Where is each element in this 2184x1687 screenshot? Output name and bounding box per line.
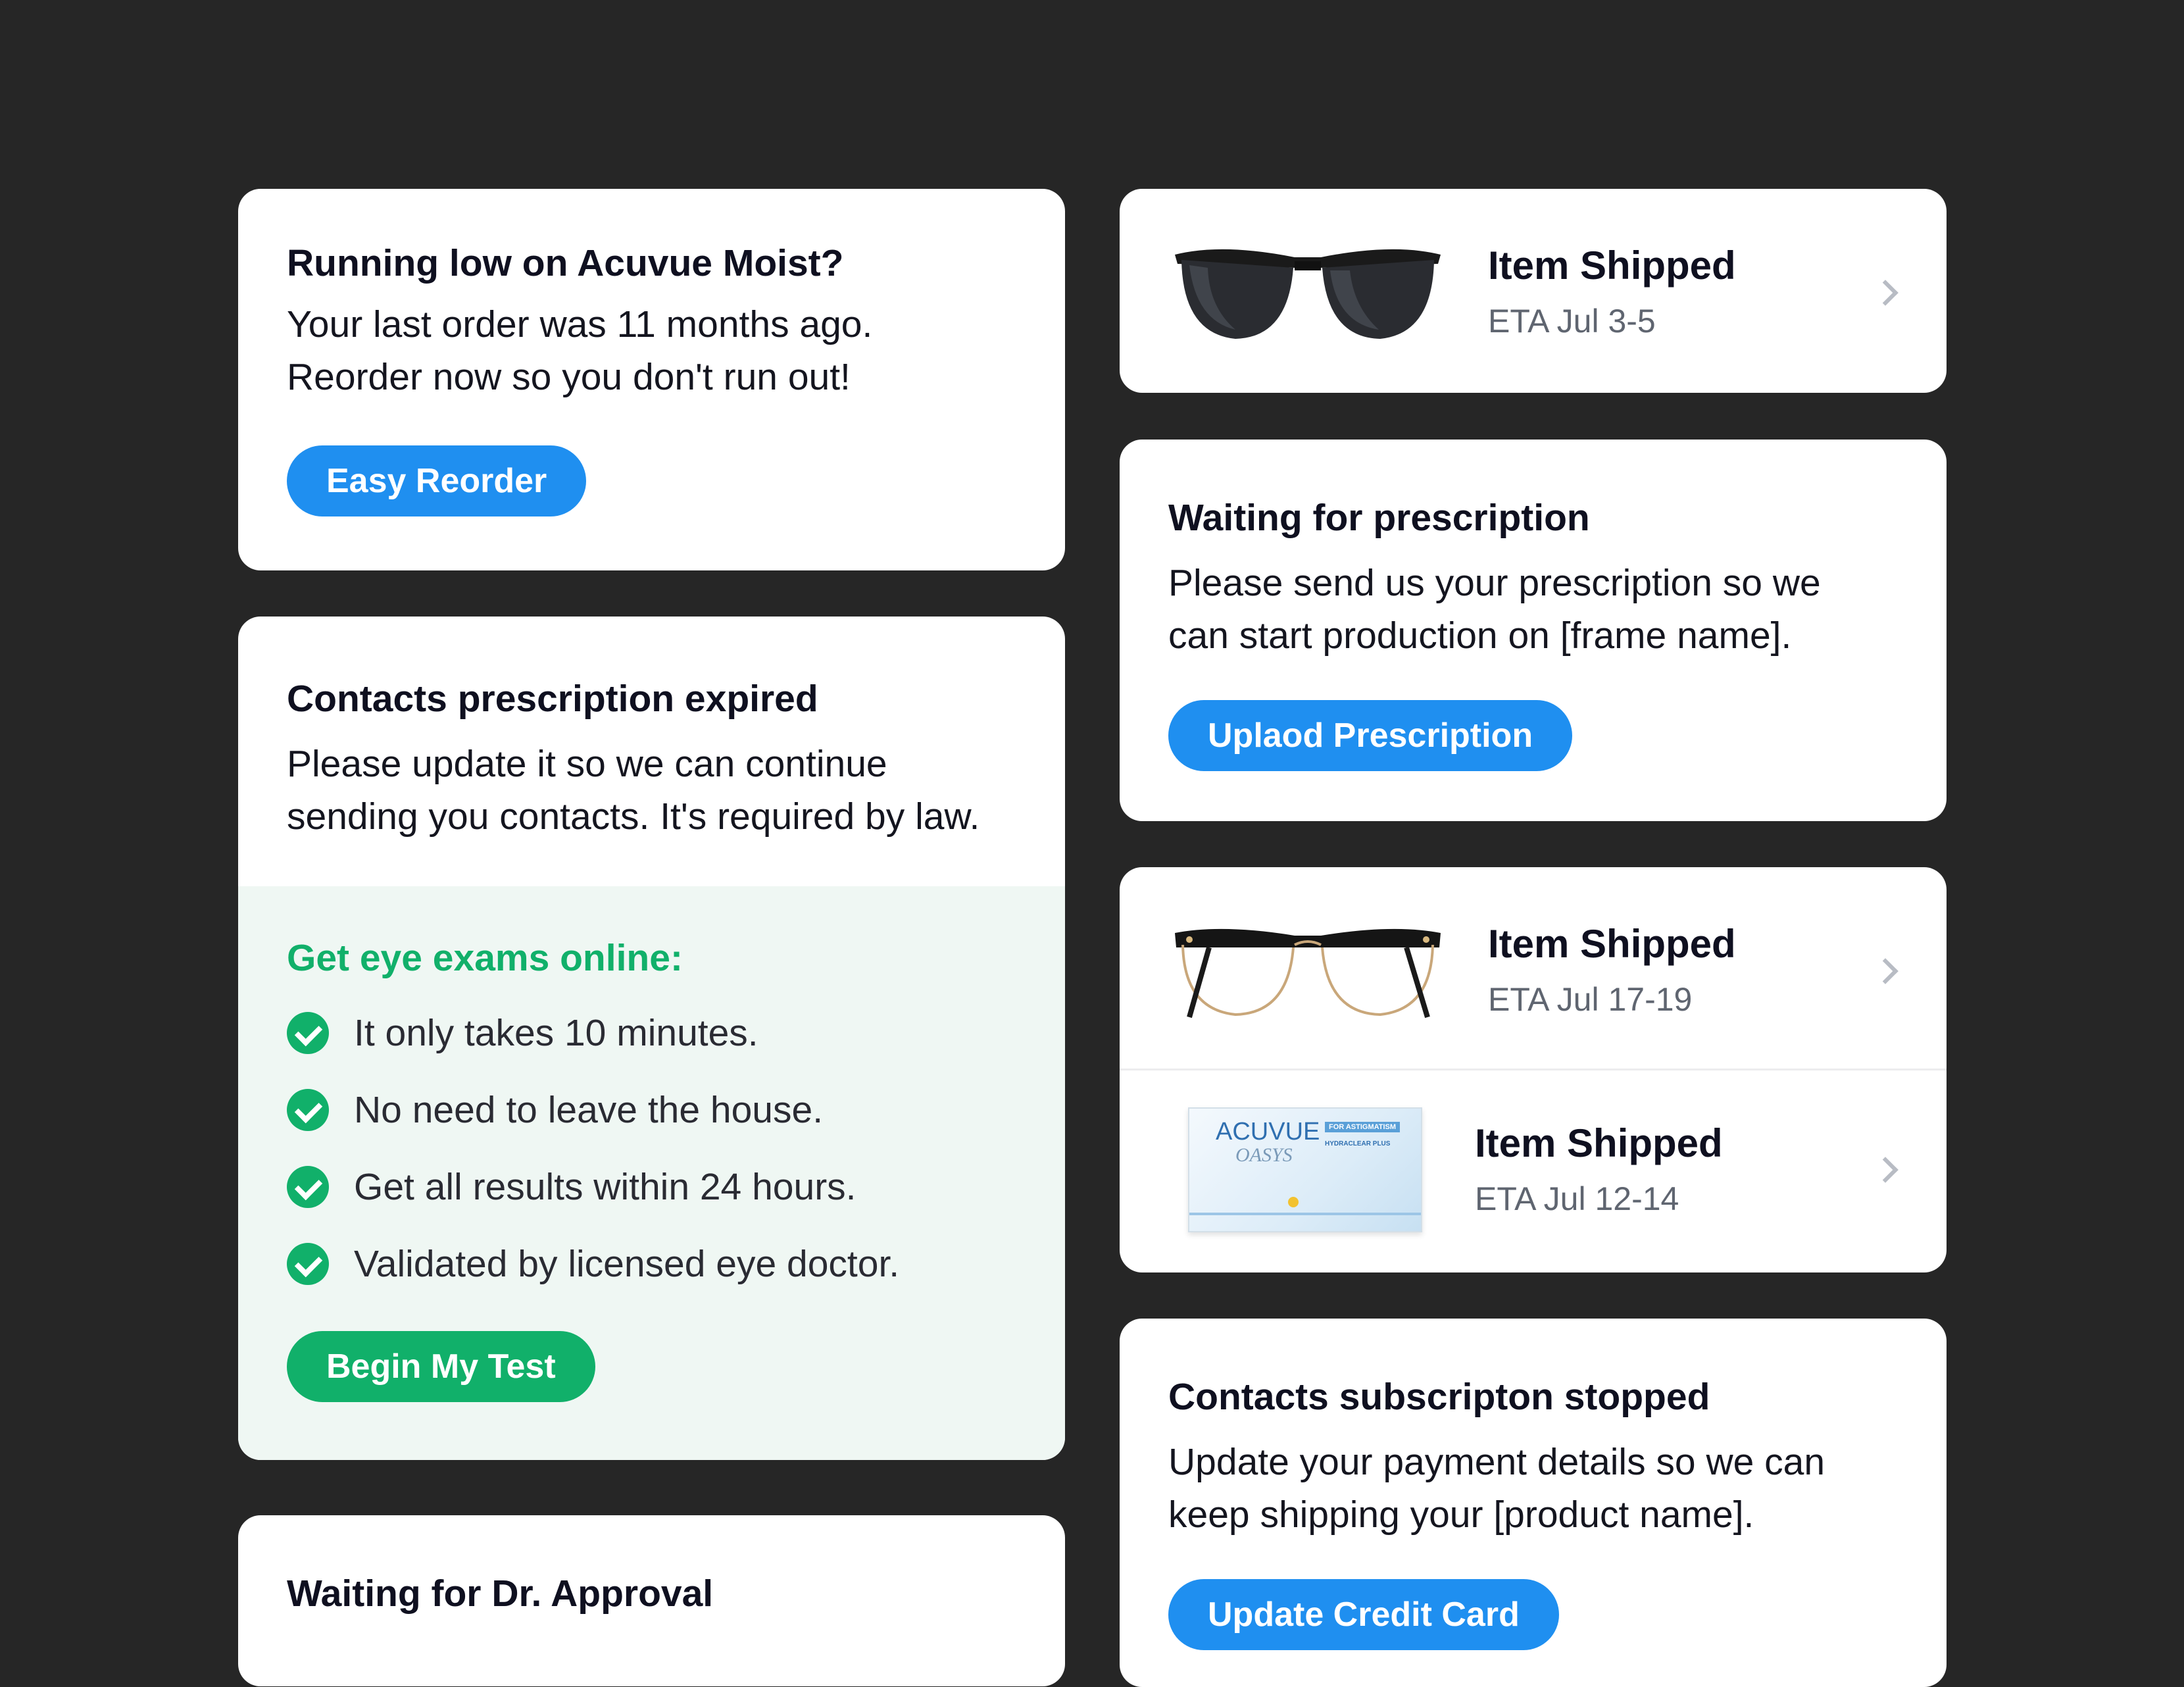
shipment-title: Item Shipped: [1488, 922, 1736, 966]
box-tag: FOR ASTIGMATISM: [1325, 1122, 1401, 1132]
benefit-text: Validated by licensed eye doctor.: [354, 1243, 900, 1285]
benefit-item: Validated by licensed eye doctor.: [287, 1238, 899, 1290]
benefit-text: It only takes 10 minutes.: [354, 1012, 758, 1054]
expired-title: Contacts prescription expired: [287, 678, 818, 720]
waiting-prescription-card: Waiting for prescription Please send us …: [1120, 440, 1947, 821]
check-circle-icon: [287, 1243, 329, 1285]
check-circle-icon: [287, 1166, 329, 1208]
subscription-stopped-card: Contacts subscripton stopped Update your…: [1120, 1319, 1947, 1687]
chevron-right-icon[interactable]: [1872, 958, 1899, 984]
benefit-item: No need to leave the house.: [287, 1084, 823, 1136]
benefit-text: No need to leave the house.: [354, 1089, 824, 1131]
expired-line-1: Please update it so we can continue: [287, 743, 887, 785]
update-credit-card-button[interactable]: Update Credit Card: [1168, 1579, 1559, 1650]
reorder-title: Running low on Acuvue Moist?: [287, 242, 844, 284]
box-badge: [1288, 1197, 1299, 1207]
subscription-title: Contacts subscripton stopped: [1168, 1376, 1710, 1418]
eye-exam-title: Get eye exams online:: [287, 937, 683, 979]
upload-prescription-button[interactable]: Uplaod Prescription: [1168, 700, 1573, 771]
box-feature: HYDRACLEAR PLUS: [1325, 1140, 1391, 1147]
box-brand: ACUVUE: [1216, 1118, 1320, 1146]
shipment-title: Item Shipped: [1488, 243, 1736, 288]
waiting-prescription-title: Waiting for prescription: [1168, 497, 1590, 539]
shipments-card: Item Shipped ETA Jul 17-19 ACUVUE OASYS …: [1120, 867, 1947, 1272]
waiting-prescription-line-1: Please send us your prescription so we: [1168, 562, 1821, 604]
check-circle-icon: [287, 1089, 329, 1131]
dr-approval-card: Waiting for Dr. Approval: [238, 1515, 1065, 1686]
shipment-eta: ETA Jul 12-14: [1475, 1180, 1679, 1217]
shipment-row-eyeglasses[interactable]: Item Shipped ETA Jul 17-19: [1120, 867, 1947, 1070]
reorder-line-1: Your last order was 11 months ago.: [287, 303, 873, 345]
subscription-line-2: keep shipping your [product name].: [1168, 1494, 1754, 1536]
prescription-expired-card: Contacts prescription expired Please upd…: [238, 617, 1065, 1460]
eyeglasses-image: [1175, 928, 1441, 1019]
shipment-card-sunglasses[interactable]: Item Shipped ETA Jul 3-5: [1120, 189, 1947, 393]
box-line: OASYS: [1235, 1144, 1293, 1166]
check-circle-icon: [287, 1012, 329, 1054]
chevron-right-icon[interactable]: [1872, 280, 1899, 306]
sunglasses-image: [1175, 249, 1441, 339]
dr-approval-title: Waiting for Dr. Approval: [287, 1573, 714, 1615]
subscription-line-1: Update your payment details so we can: [1168, 1441, 1825, 1483]
shipment-eta: ETA Jul 17-19: [1488, 981, 1693, 1018]
eye-exam-section: Get eye exams online: It only takes 10 m…: [238, 886, 1065, 1460]
benefit-item: Get all results within 24 hours.: [287, 1161, 856, 1213]
shipment-eta: ETA Jul 3-5: [1488, 303, 1656, 340]
benefit-item: It only takes 10 minutes.: [287, 1007, 758, 1059]
shipment-row-contacts[interactable]: ACUVUE OASYS FOR ASTIGMATISM HYDRACLEAR …: [1120, 1070, 1947, 1272]
contact-lens-box-image: ACUVUE OASYS FOR ASTIGMATISM HYDRACLEAR …: [1188, 1107, 1422, 1232]
box-stripe: [1189, 1213, 1421, 1215]
shipment-title: Item Shipped: [1475, 1121, 1723, 1165]
reorder-card: Running low on Acuvue Moist? Your last o…: [238, 189, 1065, 570]
reorder-line-2: Reorder now so you don't run out!: [287, 356, 851, 398]
begin-my-test-button[interactable]: Begin My Test: [287, 1331, 595, 1402]
expired-line-2: sending you contacts. It's required by l…: [287, 795, 980, 838]
waiting-prescription-line-2: can start production on [frame name].: [1168, 615, 1792, 657]
chevron-right-icon[interactable]: [1872, 1157, 1899, 1183]
benefit-text: Get all results within 24 hours.: [354, 1166, 856, 1208]
easy-reorder-button[interactable]: Easy Reorder: [287, 445, 587, 516]
